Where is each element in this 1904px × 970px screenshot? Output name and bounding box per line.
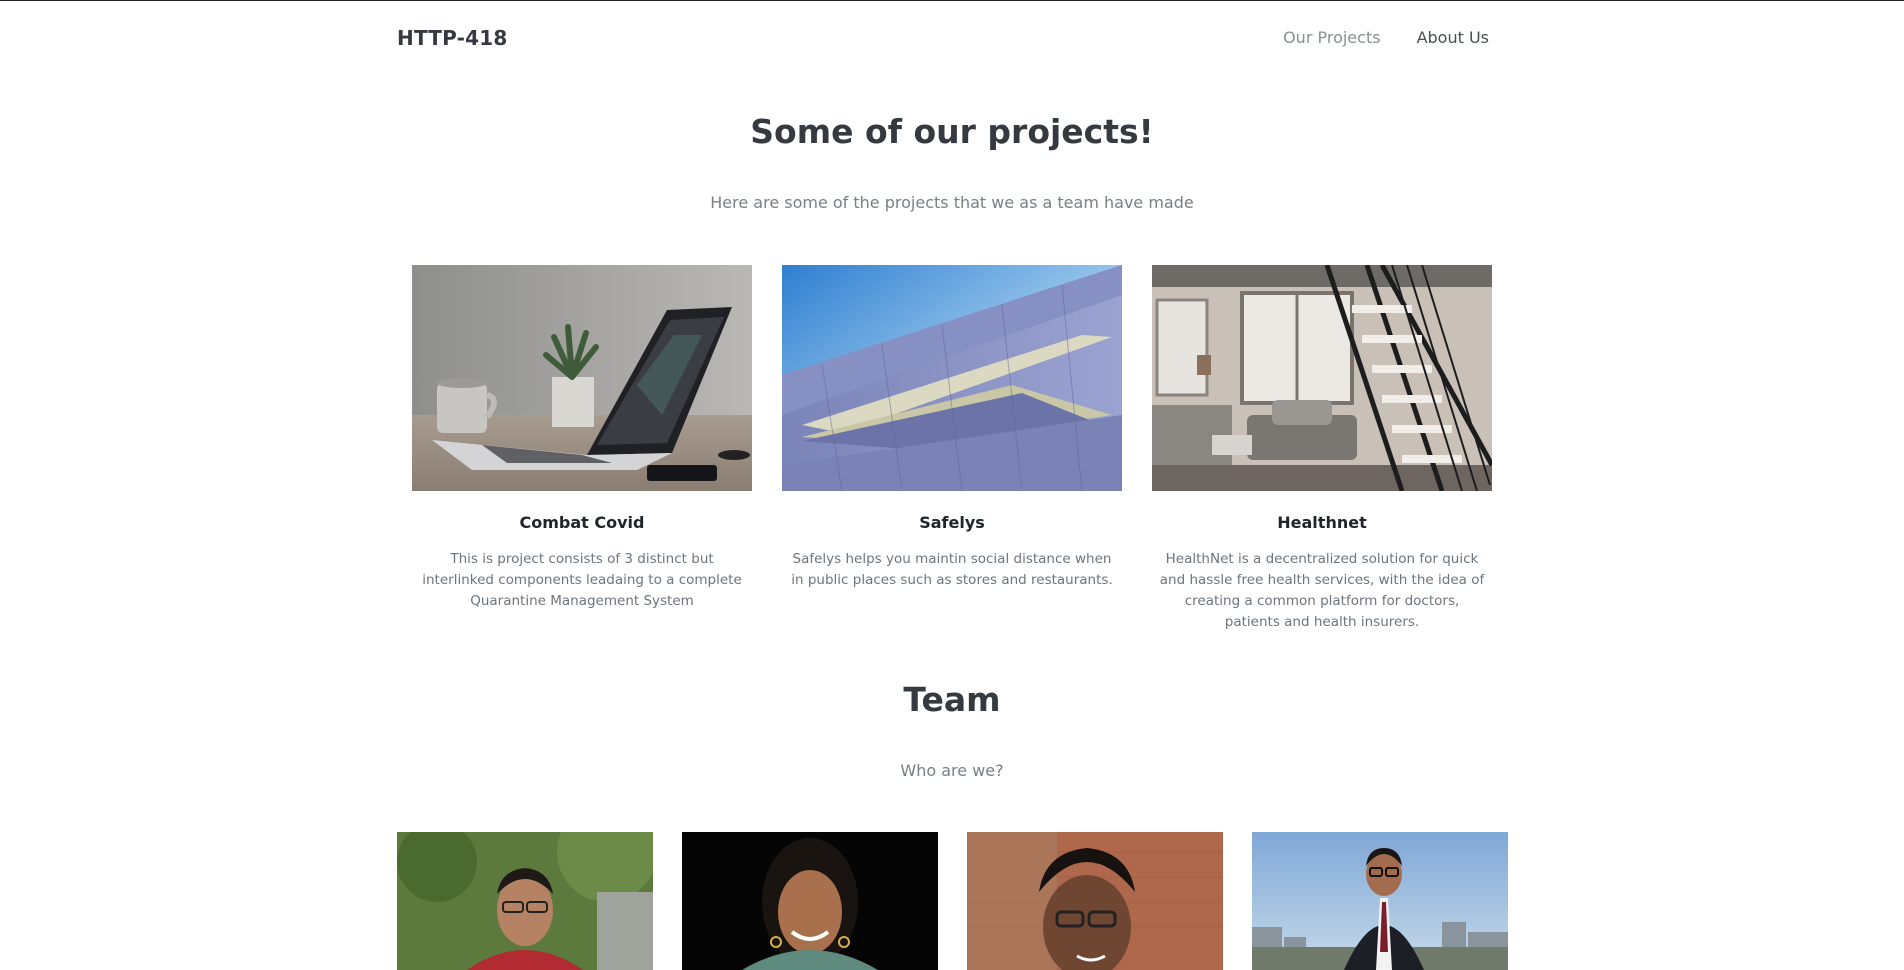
project-title: Safelys xyxy=(919,513,985,532)
laptop-desk-photo xyxy=(412,265,752,491)
navbar: HTTP-418 Our Projects About Us xyxy=(0,1,1904,73)
project-card-healthnet: Healthnet HealthNet is a decentralized s… xyxy=(1152,265,1492,633)
project-card-combat-covid: Combat Covid This is project consists of… xyxy=(412,265,752,612)
project-card-safelys: Safelys Safelys helps you maintin social… xyxy=(782,265,1122,591)
project-title: Healthnet xyxy=(1277,513,1367,532)
team-member-card xyxy=(682,832,938,970)
nav-link-our-projects[interactable]: Our Projects xyxy=(1283,28,1380,47)
member-photo-1 xyxy=(397,832,653,970)
project-description: HealthNet is a decentralized solution fo… xyxy=(1159,551,1485,630)
nav-links: Our Projects About Us xyxy=(1283,28,1489,47)
loft-interior-photo xyxy=(1152,265,1492,491)
member-photo-2 xyxy=(682,832,938,970)
team-member-card xyxy=(397,832,653,970)
projects-subtitle: Here are some of the projects that we as… xyxy=(710,193,1194,212)
brand-logo[interactable]: HTTP-418 xyxy=(397,26,507,50)
team-subtitle: Who are we? xyxy=(900,761,1004,780)
nav-link-about-us[interactable]: About Us xyxy=(1417,28,1489,47)
member-photo-4 xyxy=(1252,832,1508,970)
project-description: Safelys helps you maintin social distanc… xyxy=(791,551,1113,588)
project-title: Combat Covid xyxy=(519,513,645,532)
project-description: This is project consists of 3 distinct b… xyxy=(422,551,742,609)
team-member-card xyxy=(967,832,1223,970)
projects-title: Some of our projects! xyxy=(750,112,1154,151)
team-title: Team xyxy=(903,680,1001,719)
team-member-card xyxy=(1252,832,1508,970)
member-photo-3 xyxy=(967,832,1223,970)
building-facade-photo xyxy=(782,265,1122,491)
